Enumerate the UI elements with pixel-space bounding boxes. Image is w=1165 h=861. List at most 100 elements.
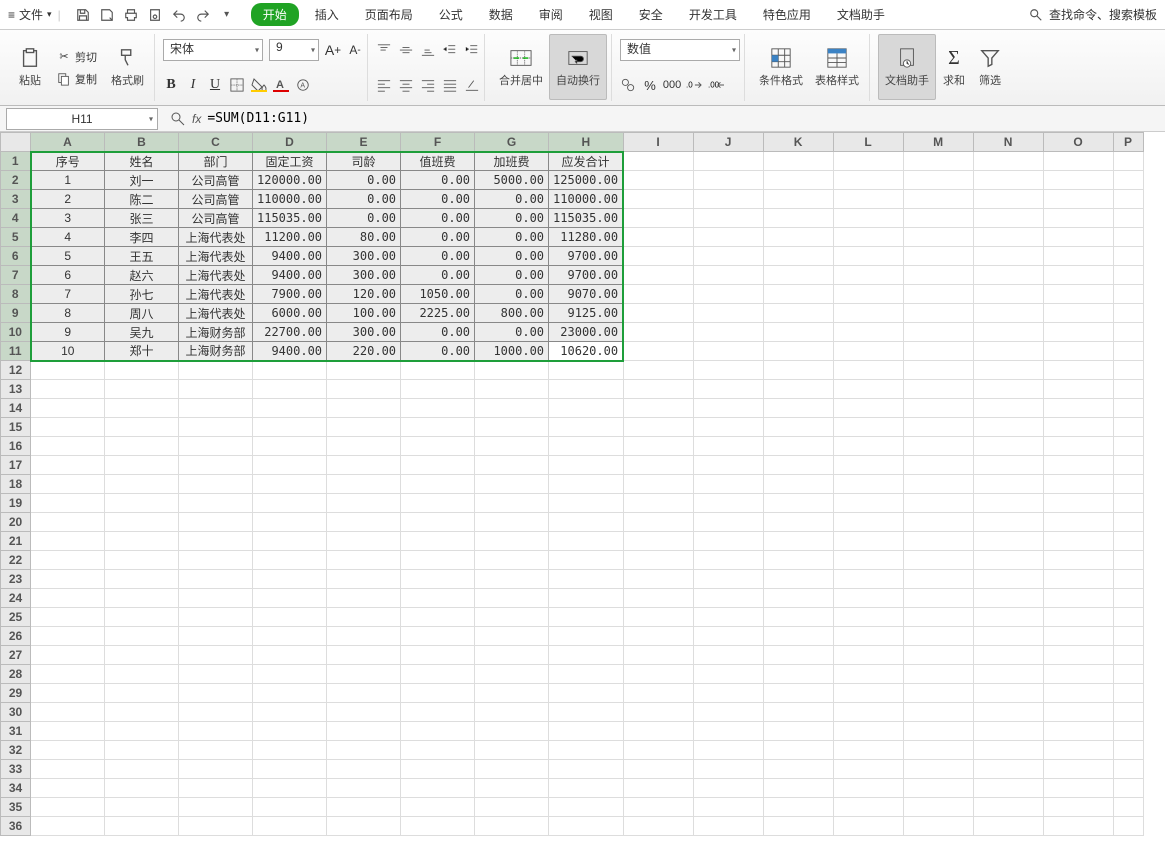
cell-D34[interactable] [253, 779, 327, 798]
cell-F7[interactable]: 0.00 [401, 266, 475, 285]
cell-O26[interactable] [1043, 627, 1113, 646]
save-as-icon[interactable] [99, 7, 115, 23]
cell-K9[interactable] [763, 304, 833, 323]
cell-A6[interactable]: 5 [31, 247, 105, 266]
cell-B18[interactable] [105, 475, 179, 494]
cell-F15[interactable] [401, 418, 475, 437]
cell-B9[interactable]: 周八 [105, 304, 179, 323]
cell-O1[interactable] [1043, 152, 1113, 171]
currency-icon[interactable] [620, 77, 636, 93]
cell-L23[interactable] [833, 570, 903, 589]
cell-B12[interactable] [105, 361, 179, 380]
cell-A16[interactable] [31, 437, 105, 456]
cell-G15[interactable] [475, 418, 549, 437]
cell-L27[interactable] [833, 646, 903, 665]
cell-D7[interactable]: 9400.00 [253, 266, 327, 285]
cell-E14[interactable] [327, 399, 401, 418]
cell-G19[interactable] [475, 494, 549, 513]
cell-C36[interactable] [179, 817, 253, 836]
cell-E5[interactable]: 80.00 [327, 228, 401, 247]
cell-K13[interactable] [763, 380, 833, 399]
cell-H11[interactable]: 10620.00 [549, 342, 624, 361]
cell-M6[interactable] [903, 247, 973, 266]
cell-O28[interactable] [1043, 665, 1113, 684]
cell-M5[interactable] [903, 228, 973, 247]
cell-J16[interactable] [693, 437, 763, 456]
cell-O3[interactable] [1043, 190, 1113, 209]
cell-C27[interactable] [179, 646, 253, 665]
cell-G2[interactable]: 5000.00 [475, 171, 549, 190]
search-commands[interactable]: 查找命令、搜索模板 [1029, 6, 1157, 23]
cell-G25[interactable] [475, 608, 549, 627]
increase-decimal-icon[interactable]: .0 [686, 77, 702, 93]
cell-L11[interactable] [833, 342, 903, 361]
cell-G9[interactable]: 800.00 [475, 304, 549, 323]
cell-H12[interactable] [549, 361, 624, 380]
font-name-select[interactable]: 宋体 ▾ [163, 39, 263, 61]
row-header-24[interactable]: 24 [1, 589, 31, 608]
cell-L21[interactable] [833, 532, 903, 551]
cell-C6[interactable]: 上海代表处 [179, 247, 253, 266]
cell-K35[interactable] [763, 798, 833, 817]
cell-O36[interactable] [1043, 817, 1113, 836]
cell-K25[interactable] [763, 608, 833, 627]
cell-H34[interactable] [549, 779, 624, 798]
cell-O9[interactable] [1043, 304, 1113, 323]
cell-K15[interactable] [763, 418, 833, 437]
cell-G23[interactable] [475, 570, 549, 589]
cell-N27[interactable] [973, 646, 1043, 665]
spreadsheet[interactable]: ABCDEFGHIJKLMNOP1序号姓名部门固定工资司龄值班费加班费应发合计2… [0, 132, 1165, 836]
cell-M7[interactable] [903, 266, 973, 285]
cell-B31[interactable] [105, 722, 179, 741]
cell-I4[interactable] [623, 209, 693, 228]
cell-M30[interactable] [903, 703, 973, 722]
conditional-format-button[interactable]: 条件格式 [753, 34, 809, 100]
cell-I3[interactable] [623, 190, 693, 209]
cell-G16[interactable] [475, 437, 549, 456]
undo-icon[interactable] [171, 7, 187, 23]
cell-J36[interactable] [693, 817, 763, 836]
col-header-A[interactable]: A [31, 133, 105, 152]
select-all-corner[interactable] [1, 133, 31, 152]
cell-J2[interactable] [693, 171, 763, 190]
tab-8[interactable]: 开发工具 [679, 2, 747, 27]
cell-D2[interactable]: 120000.00 [253, 171, 327, 190]
cell-D19[interactable] [253, 494, 327, 513]
cell-L29[interactable] [833, 684, 903, 703]
cell-J11[interactable] [693, 342, 763, 361]
cell-J9[interactable] [693, 304, 763, 323]
cell-P25[interactable] [1113, 608, 1143, 627]
cell-O25[interactable] [1043, 608, 1113, 627]
align-middle-icon[interactable] [398, 42, 414, 58]
cell-P23[interactable] [1113, 570, 1143, 589]
tab-5[interactable]: 审阅 [529, 2, 573, 27]
cell-G20[interactable] [475, 513, 549, 532]
cell-H35[interactable] [549, 798, 624, 817]
row-header-23[interactable]: 23 [1, 570, 31, 589]
cell-A20[interactable] [31, 513, 105, 532]
cell-A8[interactable]: 7 [31, 285, 105, 304]
cell-M17[interactable] [903, 456, 973, 475]
cell-I34[interactable] [623, 779, 693, 798]
cell-J19[interactable] [693, 494, 763, 513]
row-header-13[interactable]: 13 [1, 380, 31, 399]
cell-C32[interactable] [179, 741, 253, 760]
cell-I26[interactable] [623, 627, 693, 646]
cell-E33[interactable] [327, 760, 401, 779]
cell-H22[interactable] [549, 551, 624, 570]
cell-C31[interactable] [179, 722, 253, 741]
cell-C2[interactable]: 公司高管 [179, 171, 253, 190]
cell-L31[interactable] [833, 722, 903, 741]
cell-O15[interactable] [1043, 418, 1113, 437]
cell-J21[interactable] [693, 532, 763, 551]
cell-N22[interactable] [973, 551, 1043, 570]
cell-G10[interactable]: 0.00 [475, 323, 549, 342]
cell-H30[interactable] [549, 703, 624, 722]
cell-D8[interactable]: 7900.00 [253, 285, 327, 304]
cell-B3[interactable]: 陈二 [105, 190, 179, 209]
cell-B6[interactable]: 王五 [105, 247, 179, 266]
cell-I5[interactable] [623, 228, 693, 247]
cell-B17[interactable] [105, 456, 179, 475]
cell-F5[interactable]: 0.00 [401, 228, 475, 247]
cell-E10[interactable]: 300.00 [327, 323, 401, 342]
